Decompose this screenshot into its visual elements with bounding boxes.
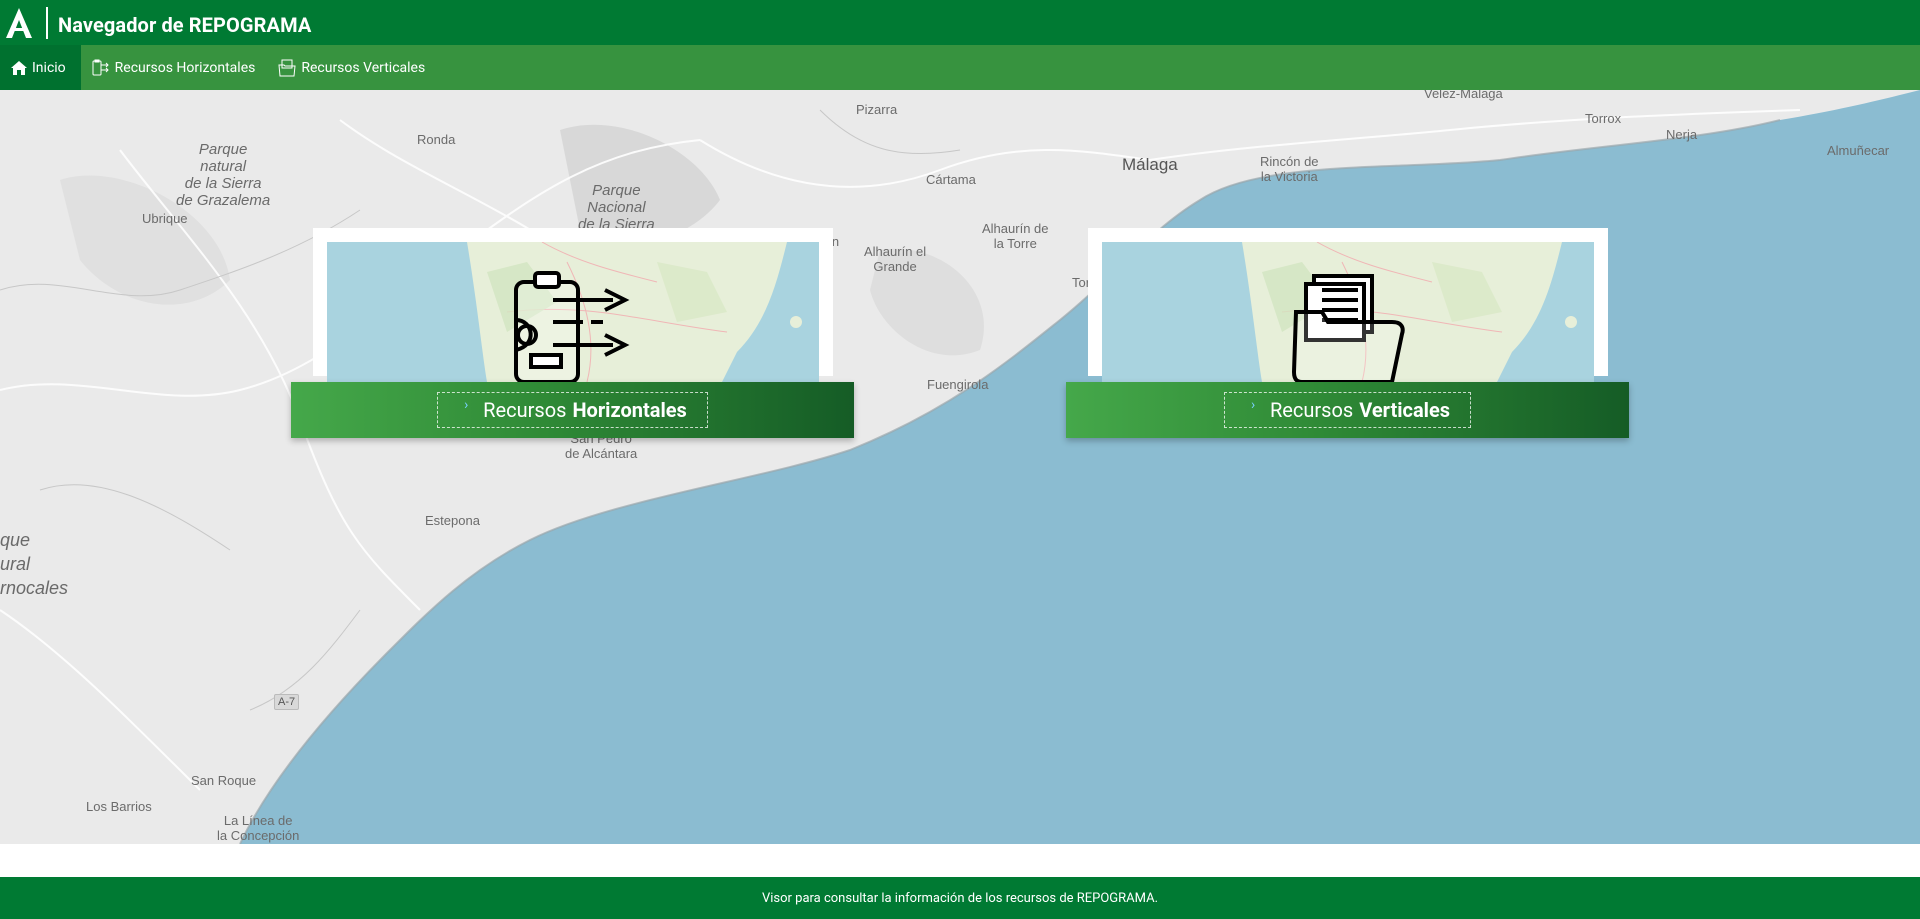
- road-label: A-7: [274, 694, 300, 710]
- map-label: que ural rnocales: [0, 530, 69, 598]
- button-label-frame: › Recursos Horizontales: [437, 392, 708, 428]
- main-nav: Inicio Recursos Horizontales Recursos Ve…: [0, 45, 1920, 90]
- nav-item-recursos-horizontales[interactable]: Recursos Horizontales: [81, 45, 268, 90]
- map-label: Cártama: [926, 172, 976, 187]
- map-label: Fuengirola: [927, 377, 989, 392]
- map-label: Alhaurín el Grande: [864, 244, 927, 274]
- app-header: Navegador de REPOGRAMA: [0, 0, 1920, 45]
- map-label: Los Barrios: [86, 799, 152, 814]
- map-label: Velez-Malaga: [1424, 90, 1503, 101]
- map-label: San Roque: [191, 773, 257, 788]
- nav-item-label: Recursos Verticales: [301, 59, 426, 76]
- map-label: Málaga: [1122, 155, 1178, 174]
- nav-item-recursos-verticales[interactable]: Recursos Verticales: [267, 45, 437, 90]
- button-label-regular: Recursos: [483, 398, 567, 422]
- map-viewer[interactable]: Velez-Malaga Torrox Nerja Almuñecar Piza…: [0, 90, 1920, 844]
- card-recursos-horizontales[interactable]: [313, 228, 833, 382]
- junta-andalucia-logo-icon[interactable]: [4, 5, 36, 41]
- map-label: Parque Nacional de la Sierra: [578, 182, 655, 233]
- map-label: Almuñecar: [1827, 143, 1890, 158]
- map-label: Torrox: [1585, 111, 1622, 126]
- map-label: La Línea de la Concepción: [217, 813, 300, 843]
- map-label: Rincón de la Victoria: [1260, 154, 1319, 184]
- map-tiles: [0, 90, 1920, 844]
- button-label-regular: Recursos: [1269, 398, 1354, 422]
- map-label: Estepona: [425, 513, 480, 528]
- logo-separator: [46, 6, 48, 39]
- home-icon: [10, 60, 28, 76]
- card-thumbnail-map: [1102, 242, 1594, 382]
- map-label: Alhaurín de la Torre: [982, 221, 1049, 251]
- map-label: Ronda: [417, 132, 456, 147]
- button-label-bold: Verticales: [1359, 398, 1451, 422]
- recursos-verticales-button[interactable]: › Recursos Verticales: [1066, 382, 1629, 438]
- map-label: Nerja: [1666, 127, 1698, 142]
- clipboard-gear-arrows-icon: [513, 270, 633, 382]
- chevron-right-icon: ›: [464, 397, 469, 413]
- recursos-horizontales-button[interactable]: › Recursos Horizontales: [291, 382, 854, 438]
- footer-text: Visor para consultar la información de l…: [761, 890, 1159, 906]
- map-label: Parque natural de la Sierra de Grazalema: [176, 141, 271, 209]
- map-label: Ubrique: [142, 211, 188, 226]
- nav-item-label: Inicio: [32, 59, 66, 76]
- button-label-frame: › Recursos Verticales: [1223, 392, 1472, 428]
- card-thumbnail-map: [327, 242, 819, 382]
- folder-documents-icon: [1291, 272, 1406, 382]
- vertical-resources-icon: [277, 59, 297, 77]
- app-footer: Visor para consultar la información de l…: [0, 877, 1920, 919]
- nav-item-label: Recursos Horizontales: [114, 59, 256, 76]
- card-recursos-verticales[interactable]: [1088, 228, 1608, 382]
- button-label-bold: Horizontales: [572, 398, 687, 422]
- horizontal-resources-icon: [91, 59, 111, 77]
- nav-item-inicio[interactable]: Inicio: [0, 45, 81, 90]
- app-title: Navegador de REPOGRAMA: [58, 12, 312, 37]
- map-label: Pizarra: [856, 102, 898, 117]
- chevron-right-icon: ›: [1250, 397, 1256, 413]
